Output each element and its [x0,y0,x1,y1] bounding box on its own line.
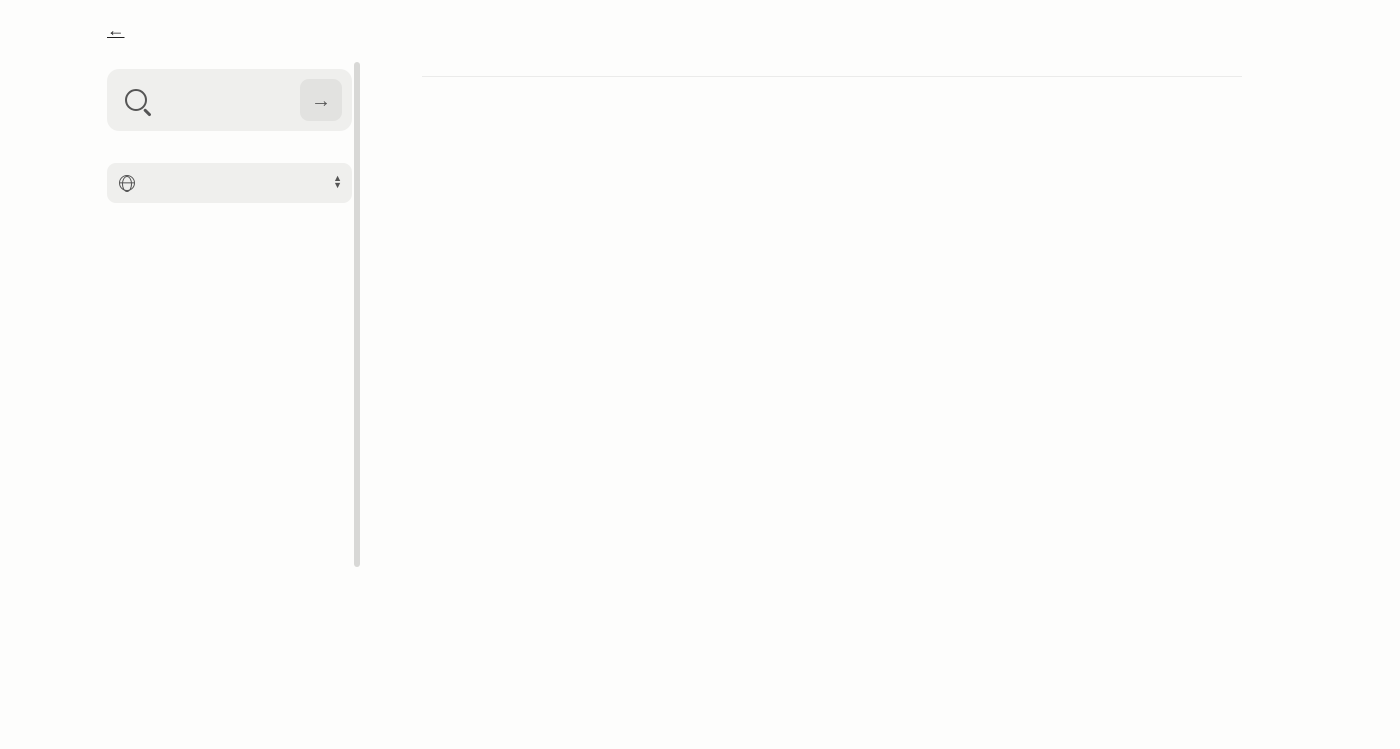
updown-icon: ▲▼ [333,176,342,190]
arrow-right-icon: → [311,88,331,113]
arrow-left-icon: ← [107,20,125,41]
search-submit-button[interactable]: → [300,79,342,121]
globe-icon [119,175,135,191]
sidebar-scrollbar[interactable] [354,62,360,567]
search-box[interactable]: → [107,69,352,131]
search-icon [125,89,147,111]
sidebar: ← → ▲▼ [107,0,352,233]
main-content [352,0,1282,233]
back-link[interactable]: ← [107,20,352,41]
divider [422,76,1242,77]
language-select[interactable]: ▲▼ [107,163,352,203]
